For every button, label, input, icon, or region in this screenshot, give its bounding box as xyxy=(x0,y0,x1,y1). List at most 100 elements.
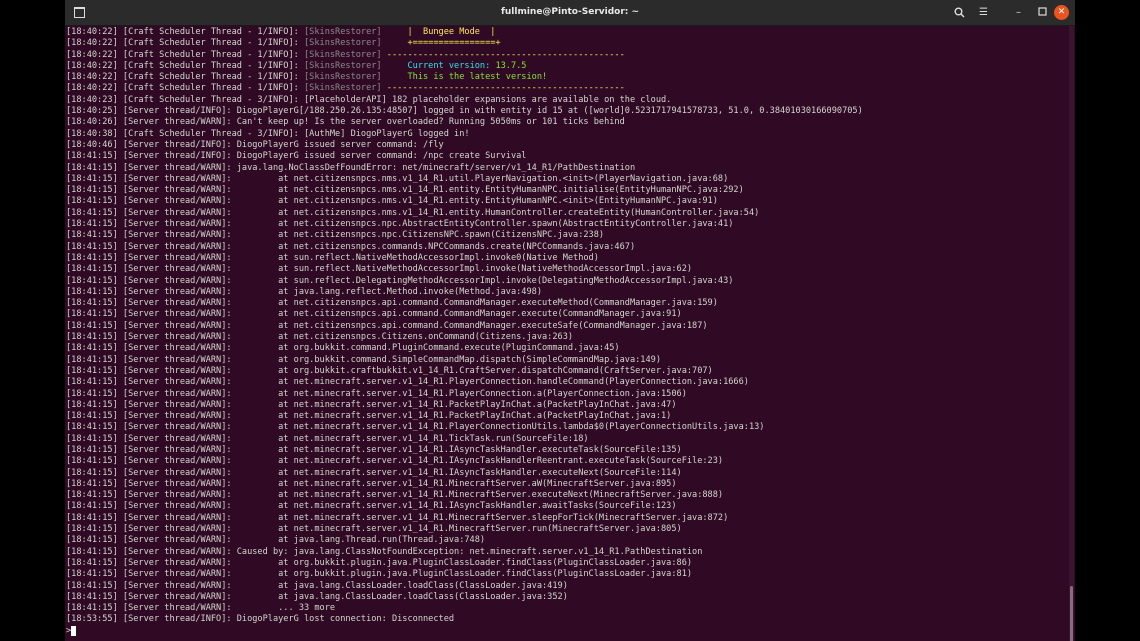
log-line: [18:41:15] [Server thread/WARN]: at net.… xyxy=(66,309,1066,320)
log-line: [18:40:46] [Server thread/INFO]: DiogoPl… xyxy=(66,140,1066,151)
log-line: [18:41:15] [Server thread/WARN]: at net.… xyxy=(66,445,1066,456)
window-title: fullmine@Pinto-Servidor: ~ xyxy=(500,7,640,17)
log-line: [18:41:15] [Server thread/WARN]: java.la… xyxy=(66,163,1066,174)
log-message-tail: Bungee Mode | xyxy=(423,27,496,37)
log-text: [18:41:15] [Server thread/WARN]: at java… xyxy=(66,535,486,546)
hamburger-menu-icon[interactable]: ☰ xyxy=(975,4,992,21)
log-plugin-tag: [SkinsRestorer] xyxy=(304,60,382,71)
log-text: [18:41:15] [Server thread/WARN]: at net.… xyxy=(66,490,724,501)
log-plugin-tag: [SkinsRestorer] xyxy=(304,72,382,83)
search-icon[interactable] xyxy=(951,4,968,21)
log-text: [18:41:15] [Server thread/WARN]: at net.… xyxy=(66,332,574,343)
log-text: [18:41:15] [Server thread/WARN]: at net.… xyxy=(66,478,677,489)
log-text: [18:41:15] [Server thread/WARN]: at net.… xyxy=(66,241,636,252)
log-text: [18:41:15] [Server thread/WARN]: at net.… xyxy=(66,411,672,422)
log-text: [18:40:25] [Server thread/INFO]: DiogoPl… xyxy=(66,106,863,117)
log-line: [18:40:22] [Craft Scheduler Thread - 1/I… xyxy=(66,83,1066,94)
log-text: [18:41:15] [Server thread/WARN]: at net.… xyxy=(66,388,687,399)
log-line: [18:53:55] [Server thread/INFO]: DiogoPl… xyxy=(66,614,1066,625)
log-line: [18:41:15] [Server thread/WARN]: at java… xyxy=(66,581,1066,592)
log-line: [18:41:15] [Server thread/WARN]: at net.… xyxy=(66,242,1066,253)
log-line: [18:41:15] [Server thread/WARN]: at net.… xyxy=(66,479,1066,490)
minimize-icon[interactable]: – xyxy=(1010,4,1027,21)
log-line: [18:41:15] [Server thread/WARN]: at net.… xyxy=(66,389,1066,400)
log-text: [18:41:15] [Server thread/WARN]: at java… xyxy=(66,580,568,591)
log-line: [18:41:15] [Server thread/WARN]: at sun.… xyxy=(66,276,1066,287)
log-plugin-tag: [SkinsRestorer] xyxy=(304,83,382,94)
log-line: [18:40:26] [Server thread/WARN]: Can't k… xyxy=(66,117,1066,128)
log-message-tail: 13.7.5 xyxy=(495,60,527,71)
log-line: [18:41:15] [Server thread/WARN]: at net.… xyxy=(66,434,1066,445)
title-bar[interactable]: fullmine@Pinto-Servidor: ~ ☰ – ✕ xyxy=(65,0,1075,26)
log-text: [18:41:15] [Server thread/WARN]: at org.… xyxy=(66,354,661,365)
log-line: [18:41:15] [Server thread/WARN]: at net.… xyxy=(66,422,1066,433)
terminal-output[interactable]: [18:40:22] [Craft Scheduler Thread - 1/I… xyxy=(66,27,1066,639)
log-line: [18:41:15] [Server thread/WARN]: at org.… xyxy=(66,569,1066,580)
log-text: [18:41:15] [Server thread/WARN]: java.la… xyxy=(66,162,636,173)
log-message: Current version: xyxy=(381,60,496,71)
log-line: [18:41:15] [Server thread/WARN]: at net.… xyxy=(66,377,1066,388)
log-prefix: [18:40:22] [Craft Scheduler Thread - 1/I… xyxy=(66,83,304,94)
scrollbar-thumb[interactable] xyxy=(1070,586,1073,641)
log-text: [18:41:15] [Server thread/WARN]: at net.… xyxy=(66,207,760,218)
log-line: [18:40:23] [Craft Scheduler Thread - 3/I… xyxy=(66,95,1066,106)
log-text: [18:41:15] [Server thread/WARN]: at sun.… xyxy=(66,264,693,275)
log-text: [18:41:15] [Server thread/WARN]: at org.… xyxy=(66,365,713,376)
log-line: [18:41:15] [Server thread/WARN]: at net.… xyxy=(66,524,1066,535)
log-message: | xyxy=(381,27,424,37)
log-line: [18:41:15] [Server thread/WARN]: at org.… xyxy=(66,355,1066,366)
log-text: [18:41:15] [Server thread/WARN]: at net.… xyxy=(66,173,729,184)
log-text: [18:41:15] [Server thread/WARN]: at net.… xyxy=(66,230,605,241)
log-plugin-tag: [SkinsRestorer] xyxy=(304,38,382,49)
log-text: [18:41:15] [Server thread/WARN]: ... 33 … xyxy=(66,603,336,614)
log-text: [18:41:15] [Server thread/INFO]: DiogoPl… xyxy=(66,151,527,162)
log-line: [18:41:15] [Server thread/WARN]: at org.… xyxy=(66,366,1066,377)
log-line: [18:41:15] [Server thread/WARN]: at java… xyxy=(66,535,1066,546)
log-line: [18:41:15] [Server thread/WARN]: at net.… xyxy=(66,411,1066,422)
log-text: [18:40:26] [Server thread/WARN]: Can't k… xyxy=(66,117,625,128)
log-text: [18:41:15] [Server thread/WARN]: at java… xyxy=(66,591,568,602)
log-text: [18:41:15] [Server thread/WARN]: at net.… xyxy=(66,309,682,320)
log-message: ----------------------------------------… xyxy=(381,49,625,60)
log-text: [18:41:15] [Server thread/WARN]: at net.… xyxy=(66,399,677,410)
log-text: [18:41:15] [Server thread/WARN]: at net.… xyxy=(66,456,724,467)
log-prefix: [18:40:22] [Craft Scheduler Thread - 1/I… xyxy=(66,60,304,71)
log-line: [18:41:15] [Server thread/WARN]: at net.… xyxy=(66,174,1066,185)
new-tab-icon[interactable] xyxy=(71,4,88,21)
command-prompt[interactable]: > xyxy=(66,625,1066,637)
log-line: [18:41:15] [Server thread/WARN]: at net.… xyxy=(66,468,1066,479)
log-line: [18:41:15] [Server thread/WARN]: at org.… xyxy=(66,558,1066,569)
log-text: [18:41:15] [Server thread/WARN]: at net.… xyxy=(66,320,708,331)
log-line: [18:41:15] [Server thread/WARN]: at net.… xyxy=(66,298,1066,309)
log-plugin-tag: [SkinsRestorer] xyxy=(304,27,382,37)
log-text: [18:41:15] [Server thread/WARN]: at net.… xyxy=(66,501,677,512)
close-icon[interactable]: ✕ xyxy=(1054,5,1069,20)
log-line: [18:41:15] [Server thread/WARN]: at sun.… xyxy=(66,253,1066,264)
log-text: [18:41:15] [Server thread/WARN]: at org.… xyxy=(66,569,693,580)
log-line: [18:40:22] [Craft Scheduler Thread - 1/I… xyxy=(66,72,1066,83)
log-line: [18:41:15] [Server thread/WARN]: at net.… xyxy=(66,321,1066,332)
scrollbar[interactable] xyxy=(1069,26,1074,641)
log-text: [18:53:55] [Server thread/INFO]: DiogoPl… xyxy=(66,614,455,625)
log-text: [18:41:15] [Server thread/WARN]: at java… xyxy=(66,286,542,297)
log-line: [18:41:15] [Server thread/WARN]: at net.… xyxy=(66,185,1066,196)
log-line: [18:41:15] [Server thread/WARN]: at net.… xyxy=(66,196,1066,207)
log-text: [18:41:15] [Server thread/WARN]: at net.… xyxy=(66,185,744,196)
log-line: [18:41:15] [Server thread/WARN]: at sun.… xyxy=(66,264,1066,275)
log-line: [18:40:22] [Craft Scheduler Thread - 1/I… xyxy=(66,38,1066,49)
log-line: [18:41:15] [Server thread/WARN]: ... 33 … xyxy=(66,603,1066,614)
maximize-icon[interactable] xyxy=(1034,4,1051,21)
log-line: [18:40:22] [Craft Scheduler Thread - 1/I… xyxy=(66,50,1066,61)
log-line: [18:40:22] [Craft Scheduler Thread - 1/I… xyxy=(66,27,1066,38)
log-message: +================+ xyxy=(381,38,501,49)
log-line: [18:40:22] [Craft Scheduler Thread - 1/I… xyxy=(66,61,1066,72)
log-line: [18:41:15] [Server thread/WARN]: at net.… xyxy=(66,513,1066,524)
log-text: [18:40:46] [Server thread/INFO]: DiogoPl… xyxy=(66,139,444,150)
log-text: [18:41:15] [Server thread/WARN]: at net.… xyxy=(66,219,734,230)
log-text: [18:40:38] [Craft Scheduler Thread - 3/I… xyxy=(66,128,470,139)
log-line: [18:41:15] [Server thread/WARN]: at net.… xyxy=(66,400,1066,411)
log-message: This is the latest version! xyxy=(381,72,548,83)
log-line: [18:41:15] [Server thread/WARN]: Caused … xyxy=(66,547,1066,558)
log-text: [18:41:15] [Server thread/WARN]: at net.… xyxy=(66,196,718,207)
log-text: [18:41:15] [Server thread/WARN]: at net.… xyxy=(66,422,765,433)
